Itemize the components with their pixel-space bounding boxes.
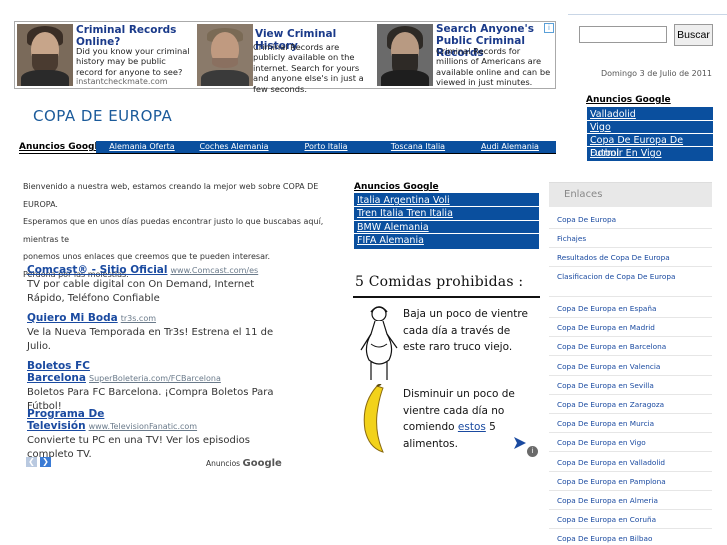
text-ad-url[interactable]: SuperBoleteria.com/FCBarcelona (89, 374, 221, 383)
image-ad-text-1: Baja un poco de vientre cada día a travé… (403, 308, 528, 353)
nav-ads-label[interactable]: Anuncios Google (19, 142, 104, 152)
current-date: Domingo 3 de Julio de 2011 (600, 69, 712, 78)
mid-ads-label[interactable]: Anuncios Google (354, 182, 439, 192)
arrow-icon (514, 437, 526, 449)
ads-by-google-prefix: Anuncios (206, 459, 241, 468)
chevron-left-icon[interactable]: ❮ (26, 457, 37, 467)
nav-ad-link[interactable]: Alemania Oferta (96, 141, 188, 153)
ads-by-google-badge[interactable]: Anuncios Google (206, 458, 282, 469)
text-ad-url[interactable]: tr3s.com (121, 314, 156, 323)
right-ad-link[interactable]: Valladolid (587, 108, 713, 121)
chevron-right-icon[interactable]: ❯ (40, 457, 51, 467)
right-ad-link[interactable]: Copa De Europa De Futbol (587, 134, 713, 159)
banner-ad-title[interactable]: Criminal Records Online? (76, 24, 191, 48)
banner-ad-1[interactable]: Criminal Records Online? Did you know yo… (15, 22, 195, 88)
text-ad-title[interactable]: Boletos FC Barcelona (27, 360, 90, 384)
sidebar-link[interactable]: Copa De Europa en Zaragoza (557, 400, 664, 409)
sidebar-link[interactable]: Copa De Europa en Coruña (557, 515, 656, 524)
sidebar-link[interactable]: Fichajes (557, 234, 586, 243)
text-ad-desc: Convierte tu PC en una TV! Ver los episo… (27, 435, 250, 460)
banner-ad-url[interactable]: instantcheckmate.com (76, 77, 168, 86)
sidebar-link[interactable]: Copa De Europa en Valladolid (557, 458, 665, 467)
text-ad-desc: Ve la Nueva Temporada en Tr3s! Estrena e… (27, 327, 274, 352)
nav-ad-link[interactable]: Toscana Italia (372, 141, 464, 153)
welcome-line: Bienvenido a nuestra web, estamos creand… (23, 182, 319, 209)
right-ads-label[interactable]: Anuncios Google (586, 95, 671, 105)
image-ad-underline (353, 296, 540, 298)
welcome-line: ponemos unos enlaces que creemos que te … (23, 252, 271, 261)
banner-ad-text: Criminal Records are publicly available … (253, 42, 364, 94)
sidebar-link[interactable]: Copa De Europa en España (557, 304, 656, 313)
mugshot-image (17, 24, 73, 86)
text-ad[interactable]: Quiero Mi Boda tr3s.com Ve la Nueva Tempo… (27, 312, 277, 353)
mid-ad-link[interactable]: FIFA Alemania (354, 234, 539, 247)
sidebar-link[interactable]: Copa De Europa en Bilbao (557, 534, 652, 543)
mid-ad-link[interactable]: Tren Italia Tren Italia (354, 207, 539, 221)
banner-ad-3[interactable]: Search Anyone's Public Criminal Records … (375, 22, 555, 88)
sidebar-link[interactable]: Copa De Europa (557, 215, 616, 224)
ad-pager: ❮ ❯ (26, 457, 51, 467)
sidebar-link[interactable]: Copa De Europa en Vigo (557, 438, 646, 447)
sidebar-link[interactable]: Resultados de Copa De Europa (557, 253, 670, 262)
nav-ads-bar: Alemania Oferta Coches Alemania Porto It… (96, 141, 556, 153)
text-ad-url[interactable]: www.TelevisionFanatic.com (89, 422, 197, 431)
image-ad-link[interactable]: estos (458, 421, 486, 433)
info-icon[interactable]: i (527, 446, 538, 457)
nav-underline (19, 153, 556, 154)
banana-illustration (363, 384, 384, 453)
banner-ad-text: Criminal Records for millions of America… (436, 46, 551, 88)
banner-ad-2[interactable]: View Criminal History Criminal Records a… (195, 22, 375, 94)
text-ad-url[interactable]: www.Comcast.com/es (170, 266, 258, 275)
sidebar-link[interactable]: Copa De Europa en Pamplona (557, 477, 666, 486)
text-ad-desc: TV por cable digital con On Demand, Inte… (27, 279, 255, 304)
woman-illustration (360, 306, 398, 380)
sidebar-heading-label: Enlaces (564, 189, 603, 200)
right-ad-link[interactable]: Vigo (587, 121, 713, 134)
sidebar-link[interactable]: Copa De Europa en Sevilla (557, 381, 654, 390)
image-ad-header: 5 Comidas prohibidas : (355, 274, 524, 290)
sidebar-link[interactable]: Copa De Europa en Valencia (557, 362, 660, 371)
site-title: COPA DE EUROPA (33, 107, 173, 125)
top-banner-ad[interactable]: i Criminal Records Online? Did you know … (14, 21, 556, 94)
right-ad-link[interactable]: Dormir En Vigo (587, 147, 713, 160)
nav-ad-link[interactable]: Audi Alemania (464, 141, 556, 153)
mid-ad-link[interactable]: Italia Argentina Voli (354, 194, 539, 208)
sidebar-link[interactable]: Copa De Europa en Madrid (557, 323, 655, 332)
sidebar-link[interactable]: Copa De Europa en Barcelona (557, 342, 666, 351)
text-ad[interactable]: Boletos FC Barcelona SuperBoleteria.com/F… (27, 360, 277, 413)
text-ad-title[interactable]: Comcast® - Sitio Oficial (27, 264, 167, 276)
mugshot-image (197, 24, 253, 86)
sidebar-heading: Enlaces (549, 182, 712, 207)
welcome-line: Esperamos que en unos días puedas encont… (23, 217, 324, 244)
text-ad[interactable]: Comcast® - Sitio Oficial www.Comcast.com/… (27, 264, 277, 305)
right-ads-box: Valladolid Vigo Copa De Europa De Futbol… (587, 107, 713, 161)
sidebar-link[interactable]: Copa De Europa en Murcia (557, 419, 654, 428)
header-divider (568, 14, 727, 15)
sidebar-link[interactable]: Copa De Europa en Almeria (557, 496, 658, 505)
text-ad[interactable]: Programa De Televisión www.TelevisionFana… (27, 408, 277, 461)
search-input[interactable] (579, 26, 667, 43)
mid-ads-box: Italia Argentina Voli Tren Italia Tren I… (354, 193, 539, 249)
text-ad-title[interactable]: Quiero Mi Boda (27, 312, 118, 324)
sidebar-link[interactable]: Clasificacion de Copa De Europa (557, 272, 675, 281)
mugshot-image (377, 24, 433, 86)
banner-ad-text: Did you know your criminal history may b… (76, 46, 190, 77)
nav-ad-link[interactable]: Coches Alemania (188, 141, 280, 153)
search-button[interactable]: Buscar (674, 24, 713, 46)
google-logo: Google (242, 458, 282, 469)
image-ad[interactable]: 5 Comidas prohibidas : Baja un poco de v… (353, 272, 540, 458)
mid-ad-link[interactable]: BMW Alemania (354, 221, 539, 235)
nav-ad-link[interactable]: Porto Italia (280, 141, 372, 153)
